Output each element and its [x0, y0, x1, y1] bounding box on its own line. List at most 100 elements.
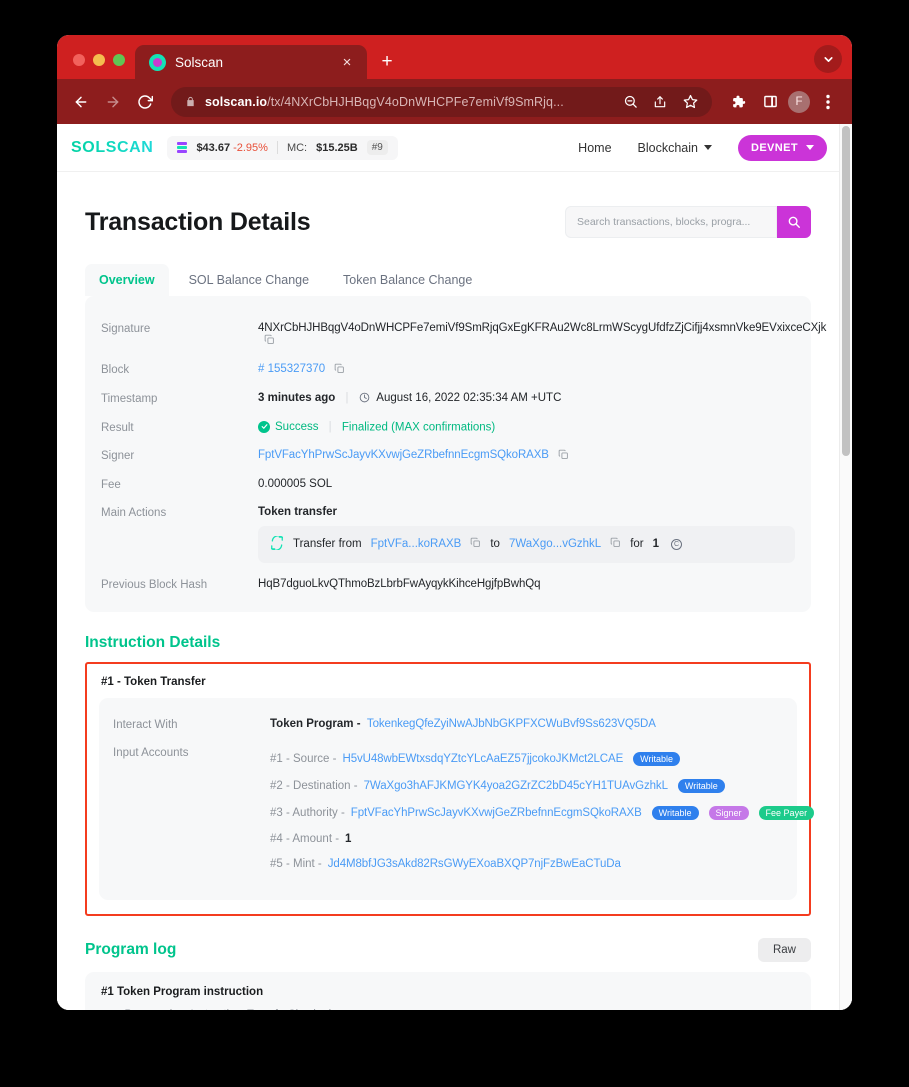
- block-value[interactable]: # 155327370: [258, 363, 325, 375]
- share-button[interactable]: [646, 88, 674, 116]
- copy-signer-icon[interactable]: [558, 449, 569, 463]
- interact-with-label: Interact With: [113, 718, 178, 731]
- account-index-label: #1 - Source -: [270, 753, 337, 765]
- close-tab-icon[interactable]: ×: [337, 52, 357, 72]
- program-log-card: #1 Token Program instruction > Program l…: [85, 972, 811, 1010]
- url-domain: solscan.io: [205, 94, 268, 109]
- solana-logo-icon: [177, 142, 188, 153]
- row-fee: Fee 0.000005 SOL: [101, 470, 795, 498]
- interact-with-value-cell: Token Program - TokenkegQfeZyiNwAJbNbGKP…: [270, 718, 783, 730]
- transfer-for-word: for: [630, 538, 644, 550]
- search-icon: [788, 216, 800, 228]
- copy-icon: [558, 449, 568, 459]
- bookmark-button[interactable]: [676, 88, 704, 116]
- market-cap-rank: #9: [366, 140, 388, 155]
- profile-avatar[interactable]: F: [788, 90, 810, 113]
- transfer-from-address[interactable]: FptVFa...koRAXB: [371, 538, 462, 550]
- browser-menu-button[interactable]: [814, 88, 842, 116]
- raw-button[interactable]: Raw: [757, 938, 811, 962]
- block-label: Block: [101, 363, 130, 376]
- forward-button[interactable]: [99, 88, 127, 116]
- interact-with-address[interactable]: TokenkegQfeZyiNwAJbNbGKPFXCWuBvf9Ss623VQ…: [367, 718, 656, 730]
- signature-value: 4NXrCbHJHBqgV4oDnWHCPFe7emiVf9SmRjqGxEgK…: [258, 321, 827, 334]
- transfer-to-address[interactable]: 7WaXgo...vGzhkL: [509, 538, 601, 550]
- timestamp-divider: |: [345, 391, 349, 404]
- reload-icon: [138, 94, 153, 109]
- network-selector-button[interactable]: DEVNET: [737, 134, 827, 161]
- result-status-text: Success: [275, 420, 319, 433]
- nav-item-blockchain[interactable]: Blockchain: [638, 141, 712, 155]
- side-panel-button[interactable]: [756, 88, 784, 116]
- input-account-row: #2 - Destination - 7WaXgo3hAFJKMGYK4yoa2…: [270, 773, 814, 800]
- url-text: solscan.io/tx/4NXrCbHJHBqgV4oDnWHCPFe7em…: [205, 95, 564, 109]
- search-input[interactable]: Search transactions, blocks, progra...: [565, 206, 777, 238]
- signature-label: Signature: [101, 322, 151, 335]
- program-log-entry-title: #1 Token Program instruction: [101, 986, 264, 998]
- account-address[interactable]: FptVFacYhPrwScJayvKXvwjGeZRbefnnEcgmSQko…: [351, 807, 642, 819]
- back-button[interactable]: [67, 88, 95, 116]
- input-account-row: #4 - Amount - 1: [270, 827, 814, 852]
- arrow-right-icon: [107, 96, 119, 107]
- address-bar[interactable]: solscan.io/tx/4NXrCbHJHBqgV4oDnWHCPFe7em…: [171, 86, 712, 117]
- previous-block-hash-value: HqB7dguoLkvQThmoBzLbrbFwAyqykKihceHgjfpB…: [258, 577, 541, 590]
- account-address[interactable]: H5vU48wbEWtxsdqYZtcYLcAaEZ57jjcokoJKMct2…: [342, 753, 623, 765]
- window-controls: [65, 54, 135, 79]
- network-label: DEVNET: [750, 141, 798, 154]
- signer-value[interactable]: FptVFacYhPrwScJayvKXvwjGeZRbefnnEcgmSQko…: [258, 449, 549, 461]
- minimize-window-button[interactable]: [93, 54, 105, 66]
- three-dot-menu-icon: [826, 94, 830, 109]
- overview-card: Signature 4NXrCbHJHBqgV4oDnWHCPFe7emiVf9…: [85, 296, 826, 612]
- copy-transfer-to-icon[interactable]: [610, 537, 621, 551]
- account-address[interactable]: 7WaXgo3hAFJKMGYK4yoa2GZrZC2bD45cYH1TUAvG…: [364, 780, 668, 792]
- copy-icon: [335, 363, 345, 373]
- extensions-button[interactable]: [724, 88, 752, 116]
- result-divider: |: [328, 421, 332, 433]
- program-log-header: Program log Raw: [85, 938, 811, 962]
- sol-price-change: -2.95%: [233, 141, 268, 154]
- chevron-down-icon: [823, 56, 833, 62]
- scrollbar-thumb[interactable]: [841, 126, 850, 456]
- badge-writable: Writable: [677, 779, 725, 793]
- interact-with-program: Token Program -: [270, 717, 361, 730]
- maximize-window-button[interactable]: [113, 54, 125, 66]
- account-index-label: #5 - Mint -: [270, 858, 322, 870]
- input-accounts-label: Input Accounts: [113, 746, 189, 759]
- copy-icon: [471, 537, 481, 547]
- account-address[interactable]: Jd4M8bfJG3sAkd82RsGWyEXoaBXQP7njFzBwEaCT…: [328, 858, 621, 870]
- page-title-row: Transaction Details Search transactions,…: [85, 172, 811, 238]
- page-title: Transaction Details: [85, 207, 311, 236]
- new-tab-button[interactable]: +: [373, 47, 401, 75]
- check-icon: [258, 420, 270, 433]
- instruction-details-title: Instruction Details: [85, 634, 221, 651]
- market-cap-label: MC:: [286, 141, 308, 154]
- transfer-prefix: Transfer from: [293, 538, 362, 550]
- copy-transfer-from-icon[interactable]: [470, 537, 481, 551]
- market-cap-value: $15.25B: [316, 141, 358, 154]
- signer-label: Signer: [101, 449, 135, 462]
- instruction-card: Interact With Token Program - TokenkegQf…: [99, 698, 815, 900]
- reload-button[interactable]: [131, 88, 159, 116]
- browser-tab[interactable]: Solscan ×: [135, 45, 367, 79]
- program-log-title: Program log: [85, 941, 177, 958]
- search-submit-button[interactable]: [777, 206, 811, 238]
- copy-signature-icon[interactable]: [264, 334, 275, 348]
- solscan-logo[interactable]: SOLSCAN: [67, 139, 153, 157]
- row-main-actions: Main Actions Token transfer Transfer fro…: [101, 498, 795, 570]
- copy-block-icon[interactable]: [334, 363, 345, 377]
- row-signature: Signature 4NXrCbHJHBqgV4oDnWHCPFe7emiVf9…: [101, 314, 826, 355]
- share-icon: [654, 95, 666, 107]
- page-scrollbar[interactable]: [839, 124, 852, 1010]
- tab-token-balance-change[interactable]: Token Balance Change: [329, 264, 486, 296]
- account-index-label: #2 - Destination -: [270, 780, 358, 792]
- close-window-button[interactable]: [73, 54, 85, 66]
- tab-sol-balance-change[interactable]: SOL Balance Change: [175, 264, 323, 296]
- nav-item-home[interactable]: Home: [578, 141, 611, 155]
- page-viewport: SOLSCAN $43.67 -2.95% MC: $15.25B #9 Home…: [57, 124, 852, 1010]
- tab-search-button[interactable]: [814, 45, 842, 73]
- tab-overview[interactable]: Overview: [85, 264, 169, 296]
- fee-label: Fee: [101, 478, 121, 491]
- program-log-line: > Program log: Instruction: TransferChec…: [101, 1004, 795, 1011]
- result-label: Result: [101, 421, 134, 434]
- copy-icon: [610, 537, 621, 547]
- zoom-out-icon[interactable]: [616, 88, 644, 116]
